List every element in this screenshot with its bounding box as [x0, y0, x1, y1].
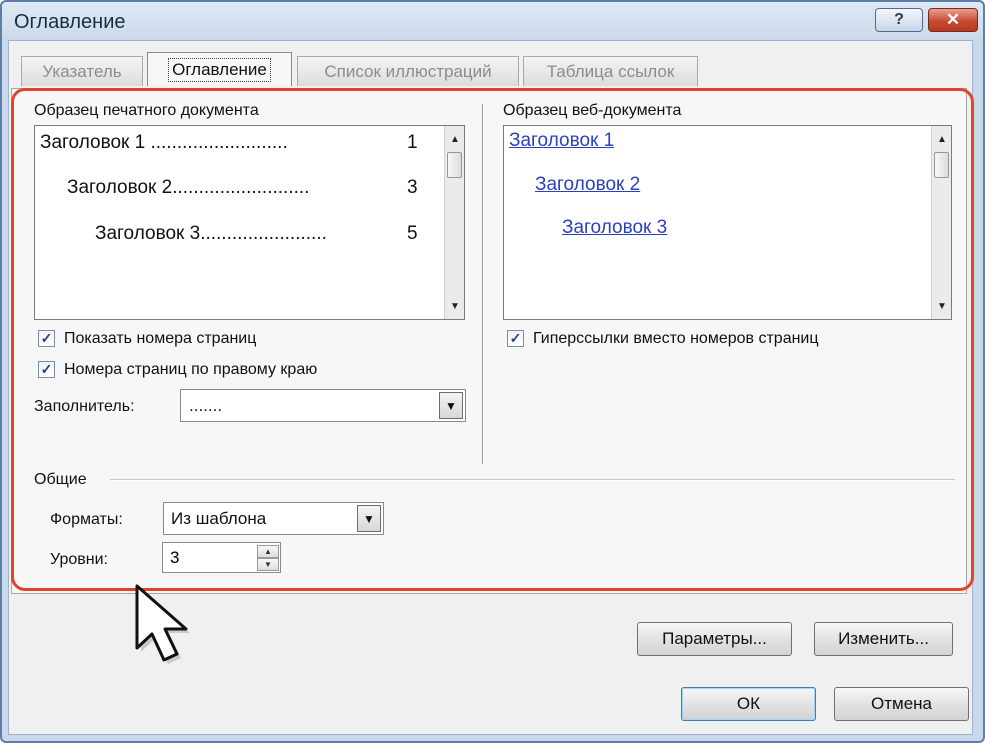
formats-label: Форматы:	[50, 511, 123, 528]
scroll-thumb[interactable]	[934, 152, 949, 178]
print-preview-page: 5	[407, 223, 418, 244]
scroll-down-icon[interactable]: ▼	[932, 297, 951, 315]
hyperlinks-checkbox[interactable]: ✓	[507, 330, 524, 347]
print-preview-item: Заголовок 2..........................	[67, 177, 310, 198]
leader-label: Заполнитель:	[34, 398, 135, 415]
spin-down-icon[interactable]: ▼	[257, 558, 279, 571]
web-preview-link: Заголовок 3	[562, 217, 668, 238]
vertical-divider	[482, 104, 484, 464]
levels-value[interactable]: 3	[170, 548, 179, 568]
print-preview-page: 1	[407, 132, 418, 153]
leader-value: .......	[189, 396, 223, 415]
check-icon: ✓	[40, 330, 53, 346]
tab-authorities-label: Таблица ссылок	[546, 61, 675, 81]
tab-figures[interactable]: Список иллюстраций	[297, 56, 519, 86]
levels-label: Уровни:	[50, 551, 108, 568]
help-button[interactable]: ?	[875, 8, 923, 32]
print-preview-label: Образец печатного документа	[34, 102, 259, 119]
web-preview-scrollbar[interactable]: ▲ ▼	[931, 126, 951, 319]
print-preview-scrollbar[interactable]: ▲ ▼	[444, 126, 464, 319]
tab-authorities[interactable]: Таблица ссылок	[523, 56, 698, 86]
chevron-down-icon[interactable]: ▼	[439, 392, 463, 419]
check-icon: ✓	[40, 361, 53, 377]
close-icon: ✕	[945, 10, 961, 29]
options-button[interactable]: Параметры...	[637, 622, 792, 656]
web-preview-label: Образец веб-документа	[503, 102, 682, 119]
window-title: Оглавление	[14, 11, 126, 33]
help-icon: ?	[894, 11, 904, 28]
right-align-checkbox[interactable]: ✓	[38, 361, 55, 378]
right-align-label[interactable]: Номера страниц по правому краю	[64, 361, 317, 379]
title-bar: Оглавление ? ✕	[2, 2, 983, 42]
leader-select[interactable]: ....... ▼	[180, 389, 466, 422]
mouse-pointer-icon	[135, 584, 190, 664]
levels-stepper[interactable]: 3 ▲ ▼	[162, 542, 281, 573]
scroll-up-icon[interactable]: ▲	[445, 130, 464, 148]
check-icon: ✓	[509, 330, 522, 346]
web-preview-box: Заголовок 1 Заголовок 2 Заголовок 3 ▲ ▼	[503, 125, 952, 320]
web-preview-link: Заголовок 1	[509, 130, 615, 151]
show-page-numbers-checkbox[interactable]: ✓	[38, 330, 55, 347]
tab-index[interactable]: Указатель	[21, 56, 143, 86]
scroll-thumb[interactable]	[447, 152, 462, 178]
hyperlinks-label[interactable]: Гиперссылки вместо номеров страниц	[533, 330, 819, 348]
print-preview-box: Заголовок 1 .......................... 1…	[34, 125, 465, 320]
close-button[interactable]: ✕	[928, 8, 978, 32]
ok-button[interactable]: ОК	[681, 687, 816, 721]
scroll-down-icon[interactable]: ▼	[445, 297, 464, 315]
tab-index-label: Указатель	[42, 61, 122, 81]
tab-figures-label: Список иллюстраций	[324, 61, 492, 81]
web-preview-link: Заголовок 2	[535, 174, 641, 195]
print-preview-page: 3	[407, 177, 418, 198]
print-preview-item: Заголовок 3........................	[95, 223, 327, 244]
print-preview-item: Заголовок 1 ..........................	[40, 132, 288, 153]
chevron-down-icon[interactable]: ▼	[357, 505, 381, 532]
show-page-numbers-label[interactable]: Показать номера страниц	[64, 330, 256, 348]
formats-value: Из шаблона	[171, 509, 267, 528]
cancel-button[interactable]: Отмена	[834, 687, 969, 721]
general-divider	[110, 479, 955, 481]
tab-toc-label: Оглавление	[168, 57, 271, 82]
formats-select[interactable]: Из шаблона ▼	[163, 502, 384, 535]
spin-up-icon[interactable]: ▲	[257, 545, 279, 558]
tab-toc[interactable]: Оглавление	[147, 52, 292, 86]
general-group-label: Общие	[34, 471, 87, 488]
modify-button[interactable]: Изменить...	[814, 622, 953, 656]
scroll-up-icon[interactable]: ▲	[932, 130, 951, 148]
